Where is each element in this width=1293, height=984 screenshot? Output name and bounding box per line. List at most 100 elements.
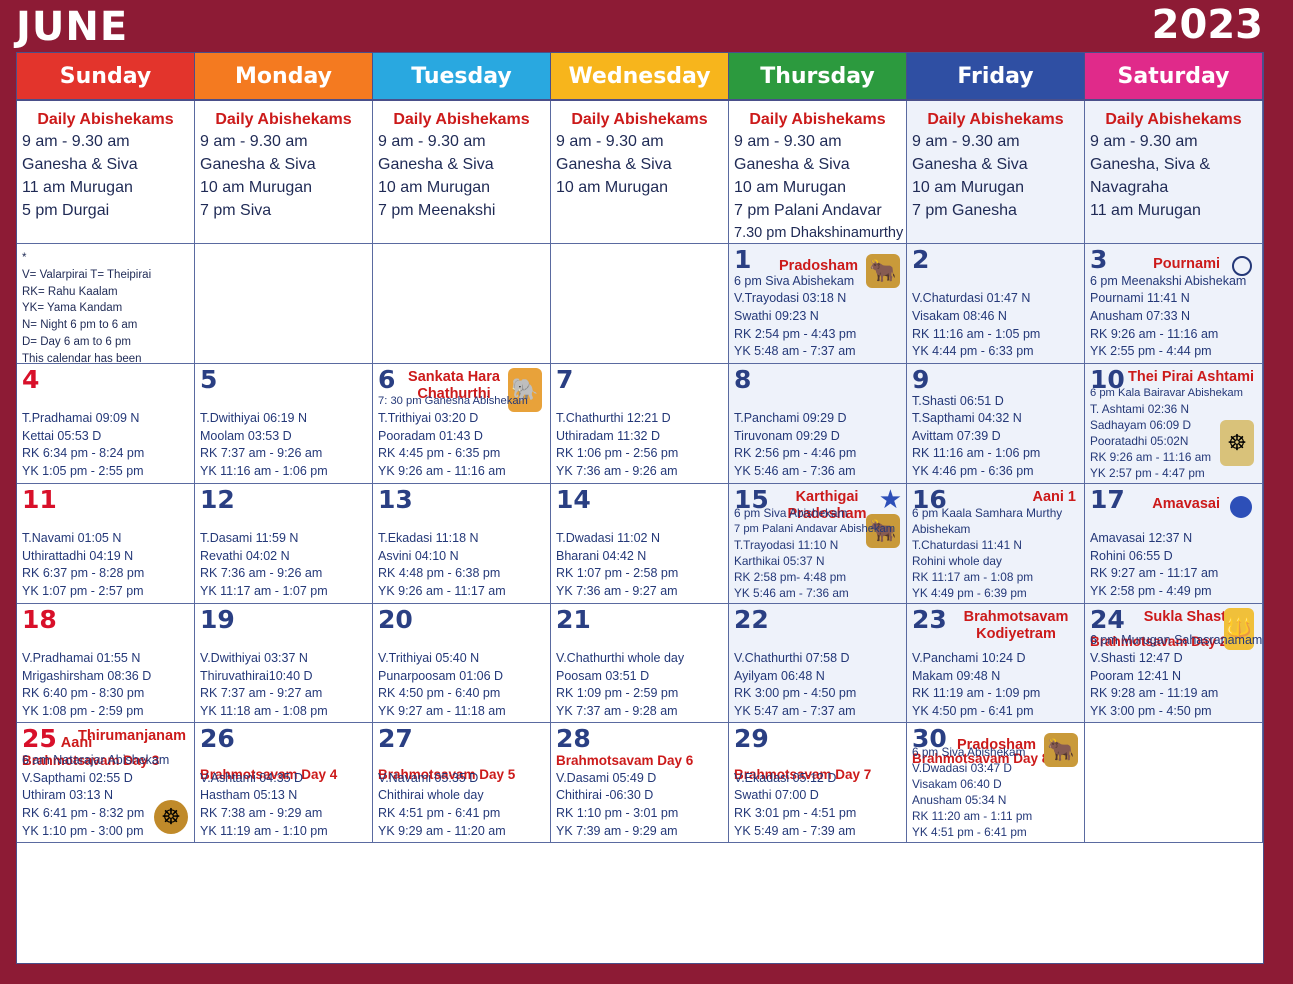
detail-line: YK 5:46 am - 7:36 am bbox=[734, 585, 849, 600]
abhishekam-cell: Daily Abishekams 9 am - 9.30 am Ganesha & … bbox=[17, 101, 195, 244]
detail-line: YK 5:48 am - 7:37 am bbox=[734, 344, 856, 359]
abhishekam-line: 7 pm Ganesha bbox=[912, 202, 1017, 219]
day-details: T.Ekadasi 11:18 N Asvini 04:10 N RK 4:48 p… bbox=[378, 530, 546, 600]
day-cell-7: 7 T.Chathurthi 12:21 D Uthiradam 11:32 D RK… bbox=[551, 363, 729, 484]
detail-line: YK 2:57 pm - 4:47 pm bbox=[1090, 465, 1205, 480]
detail-line: T.Chaturdasi 11:41 N bbox=[912, 537, 1022, 552]
day-number: 21 bbox=[556, 604, 591, 634]
abhishekam-title: Daily Abishekams bbox=[927, 111, 1064, 128]
day-header-wednesday: Wednesday bbox=[551, 53, 729, 101]
day-number: 29 bbox=[734, 724, 769, 754]
day-number: 23 bbox=[912, 604, 947, 634]
day-cell-21: 21 V.Chathurthi whole day Poosam 03:51 D RK… bbox=[551, 603, 729, 724]
detail-line: V.Trayodasi 03:18 N bbox=[734, 291, 847, 306]
day-details: V.Dwithiyai 03:37 N Thiruvathirai10:40 D R… bbox=[200, 650, 368, 720]
empty-cell bbox=[195, 244, 373, 364]
day-cell-5: 5 T.Dwithiyai 06:19 N Moolam 03:53 D RK 7:3… bbox=[195, 363, 373, 484]
detail-line: 6 pm Kaala Samhara Murthy bbox=[912, 505, 1063, 520]
day-details: 6 pm Siva Abishekam V.Trayodasi 03:18 N Sw… bbox=[734, 273, 902, 361]
event-label: Thei Pirai Ashtami bbox=[1128, 368, 1254, 385]
detail-line: RK 6:41 pm - 8:32 pm bbox=[22, 805, 145, 820]
detail-line: Visakam 08:46 N bbox=[912, 309, 1007, 324]
detail-line: RK 1:09 pm - 2:59 pm bbox=[556, 686, 679, 701]
detail-line: YK 1:07 pm - 2:57 pm bbox=[22, 583, 144, 598]
day-header-friday: Friday bbox=[907, 53, 1085, 101]
day-number: 5 bbox=[200, 364, 218, 394]
day-details: V.Dasami 05:49 D Chithirai -06:30 D RK 1:1… bbox=[556, 770, 724, 840]
day-details: V.Pradhamai 01:55 N Mrigashirsham 08:36 D… bbox=[22, 650, 190, 720]
day-cell-17: 17 Amavasai Amavasai 12:37 N Rohini 06:55 D… bbox=[1085, 483, 1263, 604]
detail-line: V.Chaturdasi 01:47 N bbox=[912, 291, 1031, 306]
detail-line: RK 2:56 pm - 4:46 pm bbox=[734, 446, 857, 461]
abhishekam-line: Ganesha, Siva & bbox=[1090, 156, 1211, 173]
detail-line: YK 3:00 pm - 4:50 pm bbox=[1090, 703, 1212, 718]
legend-line: * bbox=[22, 252, 27, 264]
detail-line: RK 7:36 am - 9:26 am bbox=[200, 566, 323, 581]
detail-line: Sadhayam 06:09 D bbox=[1090, 417, 1191, 432]
day-number: 8 bbox=[734, 364, 752, 394]
detail-line: V.Dwadasi 03:47 D bbox=[912, 761, 1012, 776]
detail-line: Makam 09:48 N bbox=[912, 668, 1001, 683]
day-cell-11: 11 T.Navami 01:05 N Uthirattadhi 04:19 N RK… bbox=[17, 483, 195, 604]
day-cell-3: 3 Pournami 6 pm Meenakshi Abishekam Pournam… bbox=[1085, 244, 1263, 364]
day-number: 13 bbox=[378, 484, 413, 514]
detail-line: 7: 30 pm Ganesha Abishekam bbox=[378, 394, 528, 407]
detail-line: RK 2:54 pm - 4:43 pm bbox=[734, 326, 857, 341]
detail-line: Tiruvonam 09:29 D bbox=[734, 428, 840, 443]
day-cell-22: 22 V.Chathurthi 07:58 D Ayilyam 06:48 N RK … bbox=[729, 603, 907, 724]
detail-line: RK 9:26 am - 11:16 am bbox=[1090, 449, 1212, 464]
detail-line: Chithirai whole day bbox=[378, 788, 484, 803]
detail-line: RK 1:06 pm - 2:56 pm bbox=[556, 446, 679, 461]
empty-cell: * V= Valarpirai T= Theipirai RK= Rahu Kaal… bbox=[17, 244, 195, 364]
detail-line: RK 4:51 pm - 6:41 pm bbox=[378, 805, 501, 820]
legend-line: D= Day 6 am to 6 pm bbox=[22, 335, 131, 348]
day-header-saturday: Saturday bbox=[1085, 53, 1263, 101]
abhishekam-title: Daily Abishekams bbox=[571, 111, 708, 128]
day-details: T.Panchami 09:29 D Tiruvonam 09:29 D RK 2:… bbox=[734, 410, 902, 480]
day-details: 6 pm Siva Abishekam V.Dwadasi 03:47 D Visa… bbox=[912, 744, 1080, 840]
day-cell-1: 1 Pradosham 🐂 6 pm Siva Abishekam V.Trayodas… bbox=[729, 244, 907, 364]
day-number: 6 bbox=[378, 364, 396, 394]
detail-line: RK 11:16 am - 1:05 pm bbox=[912, 326, 1041, 341]
day-number: 19 bbox=[200, 604, 235, 634]
detail-line: YK 2:55 pm - 4:44 pm bbox=[1090, 344, 1212, 359]
abhishekam-line: 9 am - 9.30 am bbox=[1090, 133, 1198, 150]
day-details: T.Dasami 11:59 N Revathi 04:02 N RK 7:36 a… bbox=[200, 530, 368, 600]
detail-line: YK 9:27 am - 11:18 am bbox=[378, 703, 506, 718]
day-details: V.Navami 05:35 D Chithirai whole day RK 4:… bbox=[378, 770, 546, 840]
abhishekam-line: Ganesha & Siva bbox=[734, 156, 850, 173]
detail-line: RK 7:37 am - 9:26 am bbox=[200, 446, 323, 461]
abhishekam-title: Daily Abishekams bbox=[37, 111, 174, 128]
detail-line: Thiruvathirai10:40 D bbox=[200, 668, 313, 683]
abhishekam-line: 7 pm Siva bbox=[200, 202, 272, 219]
abhishekam-line: 7.30 pm Dhakshinamurthy bbox=[734, 225, 904, 241]
detail-line: Swathi 07:00 D bbox=[734, 788, 819, 803]
detail-line: 6 pm Siva Abishekam bbox=[734, 505, 848, 520]
abhishekam-line: 9 am - 9.30 am bbox=[912, 133, 1020, 150]
detail-line: V.Shasti 12:47 D bbox=[1090, 650, 1183, 665]
detail-line: T.Shasti 06:51 D bbox=[912, 393, 1004, 408]
day-cell-4: 4 T.Pradhamai 09:09 N Kettai 05:53 D RK 6:3… bbox=[17, 363, 195, 484]
detail-line: Anusham 07:33 N bbox=[1090, 309, 1191, 324]
day-details: V.Chaturdasi 01:47 N Visakam 08:46 N RK 11… bbox=[912, 290, 1080, 360]
detail-line: V.Panchami 10:24 D bbox=[912, 650, 1026, 665]
day-details: T.Dwithiyai 06:19 N Moolam 03:53 D RK 7:37… bbox=[200, 410, 368, 480]
day-cell-14: 14 T.Dwadasi 11:02 N Bharani 04:42 N RK 1:0… bbox=[551, 483, 729, 604]
detail-line: RK 7:37 am - 9:27 am bbox=[200, 686, 323, 701]
day-cell-12: 12 T.Dasami 11:59 N Revathi 04:02 N RK 7:36… bbox=[195, 483, 373, 604]
detail-line: Anusham 05:34 N bbox=[912, 793, 1007, 808]
year-title: 2023 bbox=[1151, 2, 1263, 48]
detail-line: RK 11:16 am - 1:06 pm bbox=[912, 446, 1041, 461]
detail-line: YK 7:39 am - 9:29 am bbox=[556, 823, 678, 838]
detail-line: V.Ashtami 04:35 D bbox=[200, 770, 304, 785]
detail-line: T.Dasami 11:59 N bbox=[200, 531, 299, 546]
calendar-grid: Sunday Monday Tuesday Wednesday Thursday Frid… bbox=[16, 52, 1264, 964]
day-cell-8: 8 T.Panchami 09:29 D Tiruvonam 09:29 D RK 2… bbox=[729, 363, 907, 484]
day-number: 3 bbox=[1090, 245, 1108, 274]
day-details: 6 pm Meenakshi Abishekam Pournami 11:41 N… bbox=[1090, 273, 1258, 361]
detail-line: RK 1:07 pm - 2:58 pm bbox=[556, 566, 679, 581]
abhishekam-title: Daily Abishekams bbox=[215, 111, 352, 128]
detail-line: YK 4:51 pm - 6:41 pm bbox=[912, 825, 1027, 840]
detail-line: Pooratadhi 05:02N bbox=[1090, 433, 1189, 448]
detail-line: 6 pm Siva Abishekam bbox=[734, 273, 855, 288]
